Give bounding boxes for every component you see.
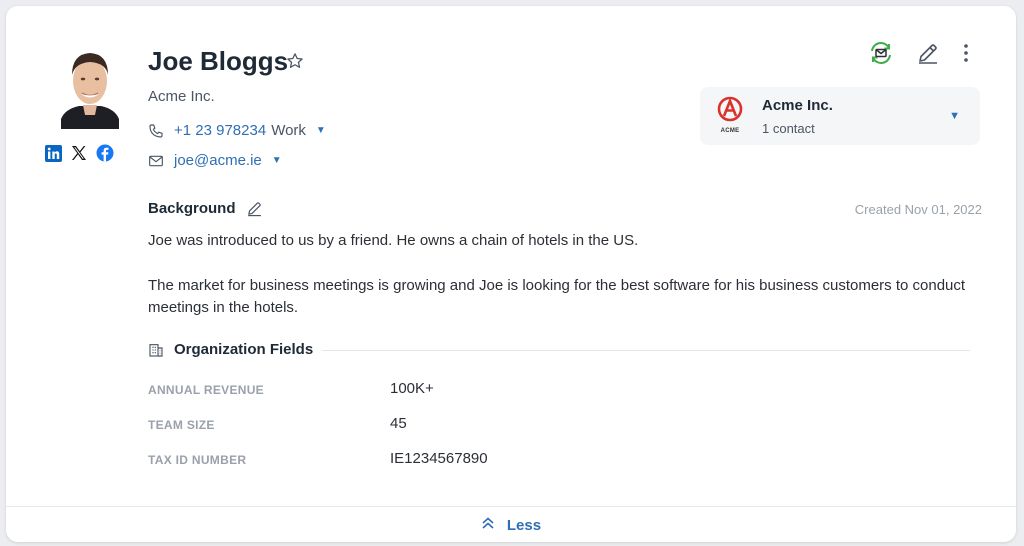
star-icon[interactable]	[286, 52, 304, 75]
company-card-contacts: 1 contact	[762, 121, 815, 136]
social-links	[44, 144, 114, 162]
email-link[interactable]: joe@acme.ie	[174, 152, 262, 169]
acme-logo: ACME	[714, 96, 746, 136]
email-row: joe@acme.ie ▼	[148, 152, 282, 169]
contact-card: Joe Bloggs Acme Inc. +1 23 978234 Work ▼…	[6, 6, 1016, 542]
contact-name: Joe Bloggs	[148, 46, 289, 76]
phone-row: +1 23 978234 Work ▼	[148, 122, 326, 139]
field-value-annual-revenue: 100K+	[390, 380, 434, 397]
more-icon[interactable]	[962, 42, 970, 64]
email-sync-icon[interactable]	[868, 40, 894, 66]
double-chevron-up-icon	[481, 516, 495, 535]
org-fields-heading-label: Organization Fields	[174, 341, 314, 358]
background-paragraph: Joe was introduced to us by a friend. He…	[148, 232, 639, 249]
company-dropdown-caret-icon[interactable]: ▼	[949, 110, 960, 122]
x-icon[interactable]	[70, 144, 88, 162]
background-text: Joe was introduced to us by a friend. He…	[148, 230, 968, 320]
facebook-icon[interactable]	[96, 144, 114, 162]
background-edit-icon[interactable]	[246, 200, 263, 217]
org-fields-heading: Organization Fields	[148, 341, 313, 358]
building-icon	[148, 342, 164, 358]
divider	[322, 350, 970, 351]
less-label: Less	[506, 516, 542, 534]
avatar	[55, 43, 125, 129]
field-label-tax-id: TAX ID NUMBER	[148, 453, 247, 467]
phone-type: Work	[271, 122, 306, 139]
linkedin-icon[interactable]	[44, 144, 62, 162]
less-toggle[interactable]: Less	[6, 506, 1016, 542]
contact-company: Acme Inc.	[148, 88, 215, 105]
header-actions	[868, 40, 970, 66]
background-heading-label: Background	[148, 200, 236, 217]
company-card[interactable]: ACME Acme Inc. 1 contact ▼	[700, 87, 980, 145]
field-label-annual-revenue: ANNUAL REVENUE	[148, 383, 264, 397]
company-card-name: Acme Inc.	[762, 97, 833, 114]
field-value-tax-id: IE1234567890	[390, 450, 488, 467]
edit-icon[interactable]	[916, 41, 940, 65]
created-date: Created Nov 01, 2022	[854, 202, 982, 217]
field-label-team-size: TEAM SIZE	[148, 418, 215, 432]
background-paragraph: The market for business meetings is grow…	[148, 276, 966, 317]
field-value-team-size: 45	[390, 415, 407, 432]
mail-icon	[148, 153, 164, 169]
phone-dropdown-caret-icon[interactable]: ▼	[316, 125, 326, 136]
background-heading: Background	[148, 200, 263, 217]
email-dropdown-caret-icon[interactable]: ▼	[272, 155, 282, 166]
phone-number-link[interactable]: +1 23 978234	[174, 122, 266, 139]
phone-icon	[148, 123, 164, 139]
